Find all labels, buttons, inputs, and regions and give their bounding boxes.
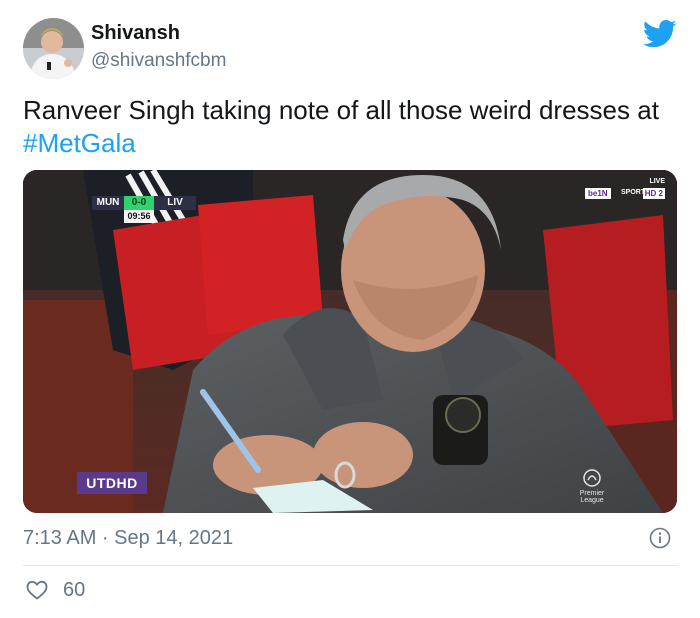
tweet-text: Ranveer Singh taking note of all those w… xyxy=(23,94,673,160)
scorebug-clock: 09:56 xyxy=(124,210,154,223)
tweet-body: Ranveer Singh taking note of all those w… xyxy=(23,95,659,125)
broadcaster-brand: be1N xyxy=(585,188,611,199)
scorebug: MUN 0-0 LIV 09:56 xyxy=(92,196,204,224)
heart-icon[interactable] xyxy=(25,578,49,602)
broadcaster-channel: HD 2 xyxy=(642,188,665,199)
hashtag-link[interactable]: #MetGala xyxy=(23,128,136,158)
live-label: LIVE xyxy=(649,178,665,185)
league-logo-text: Premier League xyxy=(579,490,605,504)
avatar[interactable] xyxy=(23,18,84,79)
avatar-image xyxy=(23,18,84,79)
scorebug-score: 0-0 xyxy=(124,196,154,210)
scorebug-away: LIV xyxy=(154,196,196,210)
broadcaster-logo: LIVE be1N SPORTS HD 2 xyxy=(577,178,667,200)
like-count[interactable]: 60 xyxy=(63,579,85,602)
tweet-card: Shivansh @shivanshfcbm Ranveer Singh tak… xyxy=(0,0,700,618)
info-icon[interactable] xyxy=(649,527,671,549)
tweet-media[interactable]: MUN 0-0 LIV 09:56 LIVE be1N SPORTS HD 2 … xyxy=(23,170,677,513)
scorebug-home: MUN xyxy=(92,196,124,210)
premier-league-logo: Premier League xyxy=(573,468,611,510)
tweet-timestamp[interactable]: 7:13 AM · Sep 14, 2021 xyxy=(23,527,233,550)
footer-divider xyxy=(23,565,677,566)
author-name[interactable]: Shivansh xyxy=(91,22,180,45)
lion-icon xyxy=(583,469,601,487)
author-handle[interactable]: @shivanshfcbm xyxy=(91,50,226,72)
watermark-badge: UTDHD xyxy=(77,472,147,494)
twitter-bird-icon[interactable] xyxy=(643,19,677,49)
